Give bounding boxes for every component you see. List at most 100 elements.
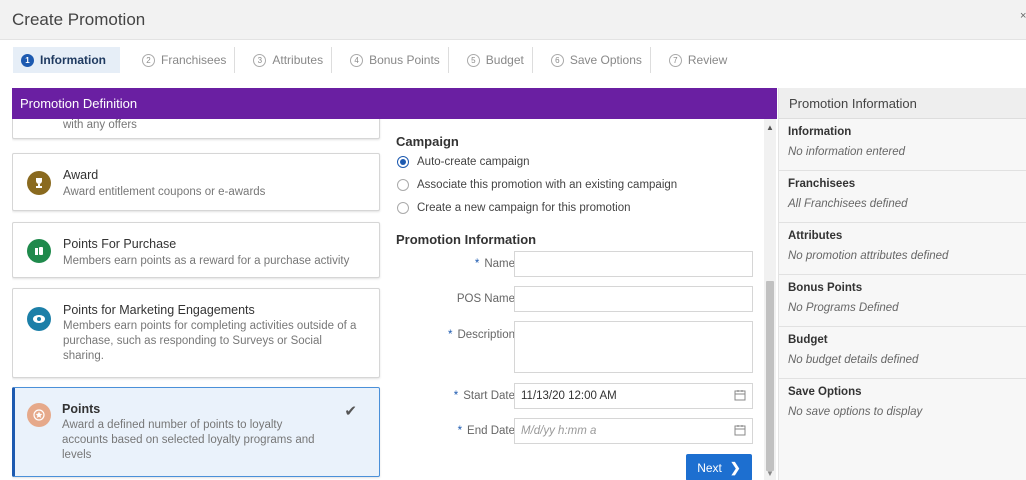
required-marker: * <box>447 329 453 341</box>
scroll-up-icon[interactable]: ▲ <box>766 123 774 132</box>
required-marker: * <box>453 390 459 402</box>
campaign-section-title: Campaign <box>396 134 459 149</box>
step-number: 4 <box>350 53 364 67</box>
info-section-title: Attributes <box>788 230 843 242</box>
field-label: Description <box>457 329 515 341</box>
card-description: Award a defined number of points to loya… <box>62 419 315 461</box>
info-panel-header: Promotion Information <box>779 88 1026 119</box>
end-date-placeholder: M/d/yy h:mm a <box>521 425 597 437</box>
field-label: Name <box>484 258 515 270</box>
step-budget[interactable]: 5 Budget <box>459 47 533 73</box>
wizard-steps: 1 Information 2 Franchisees 3 Attributes… <box>0 40 1026 80</box>
info-section-franchisees: Franchisees All Franchisees defined <box>779 171 1026 223</box>
card-name: Points for Marketing Engagements <box>63 303 255 317</box>
step-label: Information <box>40 53 106 67</box>
next-label: Next <box>697 460 722 475</box>
description-label: * Description <box>448 329 515 341</box>
info-section-value: No Programs Defined <box>788 302 899 314</box>
dialog-titlebar: Create Promotion × <box>0 0 1026 40</box>
card-name: Points For Purchase <box>63 237 177 251</box>
start-date-value: 11/13/20 12:00 AM <box>521 390 617 402</box>
next-button[interactable]: Next ❯ <box>686 454 752 480</box>
card-description: Award entitlement coupons or e-awards <box>63 186 266 198</box>
trophy-icon <box>27 171 51 195</box>
info-section-title: Franchisees <box>788 178 856 190</box>
step-number: 5 <box>466 53 480 67</box>
info-section-value: No budget details defined <box>788 354 919 366</box>
purchase-icon <box>27 239 51 263</box>
radio-auto-create-campaign[interactable]: Auto-create campaign <box>397 156 530 168</box>
start-date-label: * Start Date <box>454 390 515 402</box>
info-section-value: No promotion attributes defined <box>788 250 949 262</box>
radio-button[interactable] <box>397 179 409 191</box>
required-marker: * <box>457 425 463 437</box>
card-description: with any offers <box>63 119 137 131</box>
step-review[interactable]: 7 Review <box>661 47 735 73</box>
radio-new-campaign[interactable]: Create a new campaign for this promotion <box>397 202 631 214</box>
scrollbar-thumb[interactable] <box>766 281 774 471</box>
chevron-right-icon: ❯ <box>729 459 741 475</box>
close-icon[interactable]: × <box>1020 10 1026 22</box>
radio-label: Create a new campaign for this promotion <box>417 202 631 214</box>
step-attributes[interactable]: 3 Attributes <box>245 47 333 73</box>
end-date-input[interactable]: M/d/yy h:mm a <box>514 418 753 444</box>
info-section-value: All Franchisees defined <box>788 198 908 210</box>
pos-name-label: POS Name <box>456 293 515 305</box>
card-description: Members earn points for completing activ… <box>63 320 357 362</box>
end-date-label: * End Date <box>458 425 515 437</box>
start-date-input[interactable]: 11/13/20 12:00 AM <box>514 383 753 409</box>
field-label: End Date <box>467 425 515 437</box>
info-section-title: Save Options <box>788 386 862 398</box>
step-number: 6 <box>550 53 564 67</box>
step-save-options[interactable]: 6 Save Options <box>543 47 651 73</box>
promotion-type-card-points-for-purchase[interactable]: Points For Purchase Members earn points … <box>12 222 380 278</box>
promotion-type-card-points[interactable]: Points Award a defined number of points … <box>12 387 380 477</box>
name-label: * Name <box>475 258 515 270</box>
card-description: Members earn points as a reward for a pu… <box>63 255 350 267</box>
info-section-title: Budget <box>788 334 828 346</box>
promotion-information-panel: Promotion Information Information No inf… <box>778 88 1026 480</box>
scroll-down-icon[interactable]: ▼ <box>766 469 774 478</box>
radio-existing-campaign[interactable]: Associate this promotion with an existin… <box>397 179 677 191</box>
form-scrollbar[interactable]: ▲ ▼ <box>764 119 776 480</box>
pos-name-input[interactable] <box>514 286 753 312</box>
step-franchisees[interactable]: 2 Franchisees <box>134 47 236 73</box>
promotion-type-card-marketing-engagements[interactable]: Points for Marketing Engagements Members… <box>12 288 380 378</box>
info-section-bonus-points: Bonus Points No Programs Defined <box>779 275 1026 327</box>
step-label: Franchisees <box>161 53 227 67</box>
card-name: Award <box>63 168 99 182</box>
name-input[interactable] <box>514 251 753 277</box>
field-label: Start Date <box>463 390 515 402</box>
step-label: Budget <box>485 53 524 67</box>
calendar-icon[interactable] <box>734 424 746 439</box>
step-label: Attributes <box>272 53 324 67</box>
info-section-value: No information entered <box>788 146 905 158</box>
step-bonus-points[interactable]: 4 Bonus Points <box>342 47 449 73</box>
required-marker: * <box>474 258 480 270</box>
card-name: Points <box>62 402 101 416</box>
star-icon <box>27 403 51 427</box>
radio-button-selected[interactable] <box>397 156 409 168</box>
info-section-budget: Budget No budget details defined <box>779 327 1026 379</box>
step-number: 1 <box>21 53 34 67</box>
radio-label: Associate this promotion with an existin… <box>417 179 678 191</box>
info-section-value: No save options to display <box>788 406 923 418</box>
step-number: 3 <box>253 53 267 67</box>
radio-button[interactable] <box>397 202 409 214</box>
promotion-definition-header: Promotion Definition <box>12 88 777 119</box>
eye-icon <box>27 307 51 331</box>
step-information[interactable]: 1 Information <box>13 47 120 73</box>
info-section-title: Bonus Points <box>788 282 863 294</box>
step-number: 7 <box>668 53 682 67</box>
step-label: Save Options <box>569 53 642 67</box>
radio-label: Auto-create campaign <box>417 156 530 168</box>
calendar-icon[interactable] <box>734 389 746 404</box>
checkmark-icon: ✔ <box>344 403 357 420</box>
info-section-save-options: Save Options No save options to display <box>779 379 1026 431</box>
description-textarea[interactable] <box>514 321 753 373</box>
promotion-type-card-award[interactable]: Award Award entitlement coupons or e-awa… <box>12 153 380 211</box>
dialog-title: Create Promotion <box>12 10 146 29</box>
promotion-type-card-offers[interactable]: with any offers <box>12 119 380 139</box>
promotion-type-list: with any offers Award Award entitlement … <box>12 119 388 480</box>
info-section-title: Information <box>788 126 852 138</box>
